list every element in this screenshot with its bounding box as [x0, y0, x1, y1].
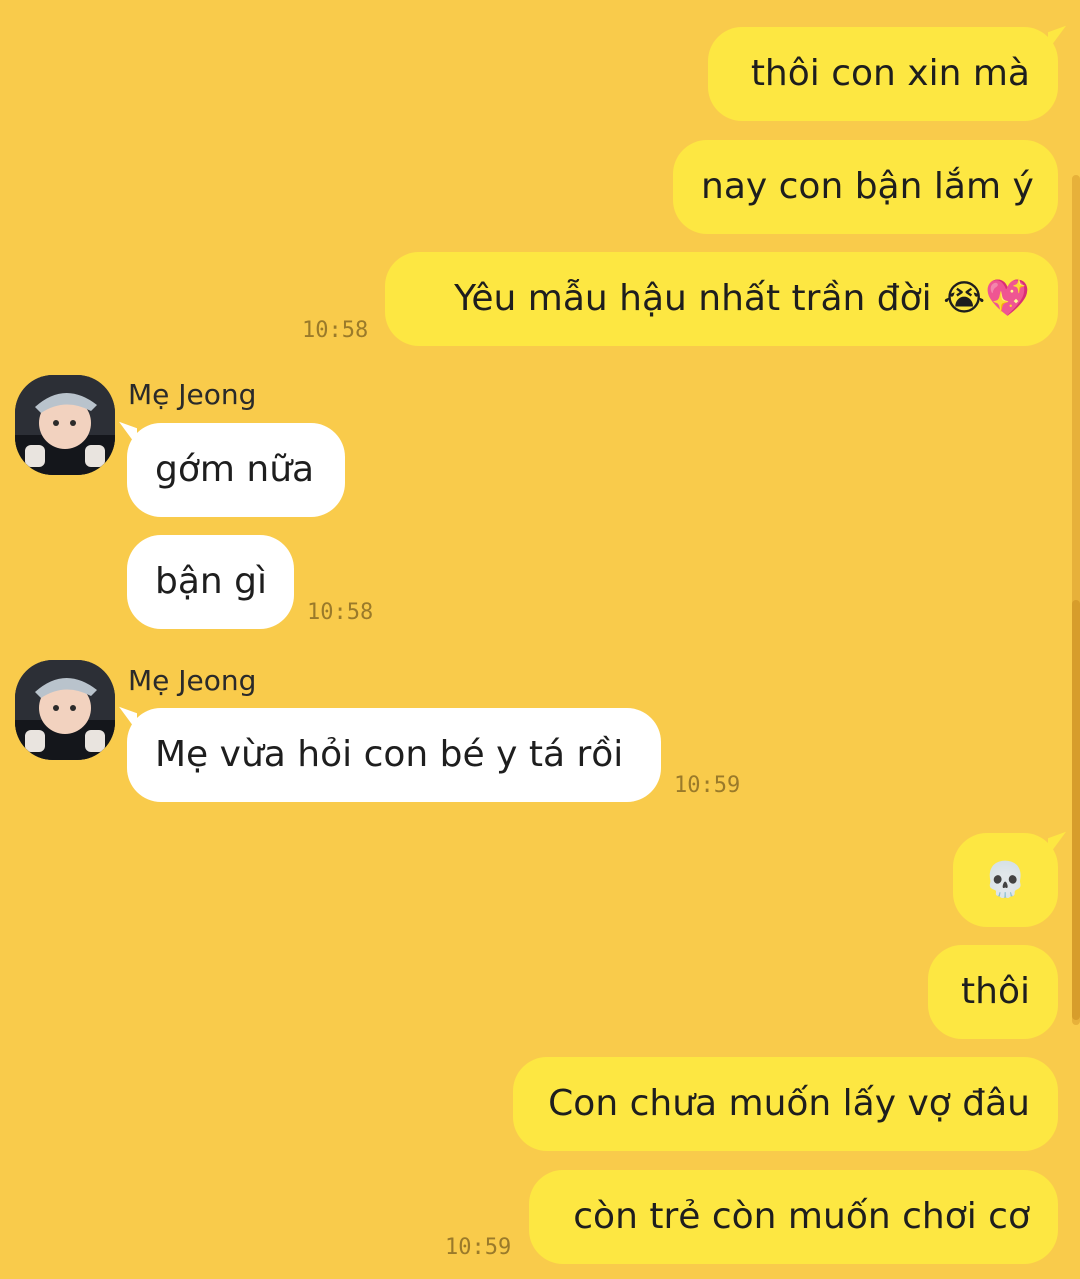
message-text: thôi — [961, 971, 1030, 1012]
message-bubble-outgoing[interactable]: còn trẻ còn muốn chơi cơ — [529, 1170, 1058, 1264]
message-bubble-outgoing[interactable]: Con chưa muốn lấy vợ đâu — [513, 1057, 1058, 1151]
message-bubble-incoming[interactable]: bận gì — [127, 535, 294, 629]
timestamp: 10:59 — [445, 1235, 512, 1260]
message-bubble-outgoing[interactable]: thôi — [928, 945, 1058, 1039]
message-bubble-outgoing[interactable]: thôi con xin mà — [708, 27, 1058, 121]
message-text: nay con bận lắm ý — [701, 166, 1034, 207]
avatar-photo-icon — [15, 375, 115, 475]
message-text: còn trẻ còn muốn chơi cơ — [573, 1196, 1030, 1237]
message-bubble-incoming[interactable]: Mẹ vừa hỏi con bé y tá rồi — [127, 708, 661, 802]
avatar-photo-icon — [15, 660, 115, 760]
message-text: Mẹ vừa hỏi con bé y tá rồi — [155, 734, 624, 775]
sender-name: Mẹ Jeong — [128, 378, 257, 411]
chat-area[interactable]: thôi con xin mà nay con bận lắm ý Yêu mẫ… — [0, 0, 1080, 1279]
message-text: thôi con xin mà — [750, 53, 1030, 94]
message-bubble-incoming[interactable]: gớm nữa — [127, 423, 345, 517]
scrollbar-thumb[interactable] — [1072, 600, 1080, 1020]
message-text: gớm nữa — [155, 449, 315, 490]
avatar[interactable] — [15, 375, 115, 475]
skull-emoji: 💀 — [984, 860, 1027, 900]
avatar[interactable] — [15, 660, 115, 760]
message-bubble-outgoing[interactable]: 💀 — [953, 833, 1058, 927]
message-bubble-outgoing[interactable]: nay con bận lắm ý — [673, 140, 1058, 234]
message-bubble-outgoing[interactable]: Yêu mẫu hậu nhất trần đời 😭💖 — [385, 252, 1058, 346]
sender-name: Mẹ Jeong — [128, 664, 257, 697]
message-text: Con chưa muốn lấy vợ đâu — [548, 1083, 1030, 1124]
message-text: bận gì — [155, 561, 268, 602]
timestamp: 10:58 — [302, 318, 369, 343]
timestamp: 10:58 — [307, 600, 374, 625]
timestamp: 10:59 — [674, 773, 741, 798]
message-text: Yêu mẫu hậu nhất trần đời 😭💖 — [454, 278, 1030, 319]
